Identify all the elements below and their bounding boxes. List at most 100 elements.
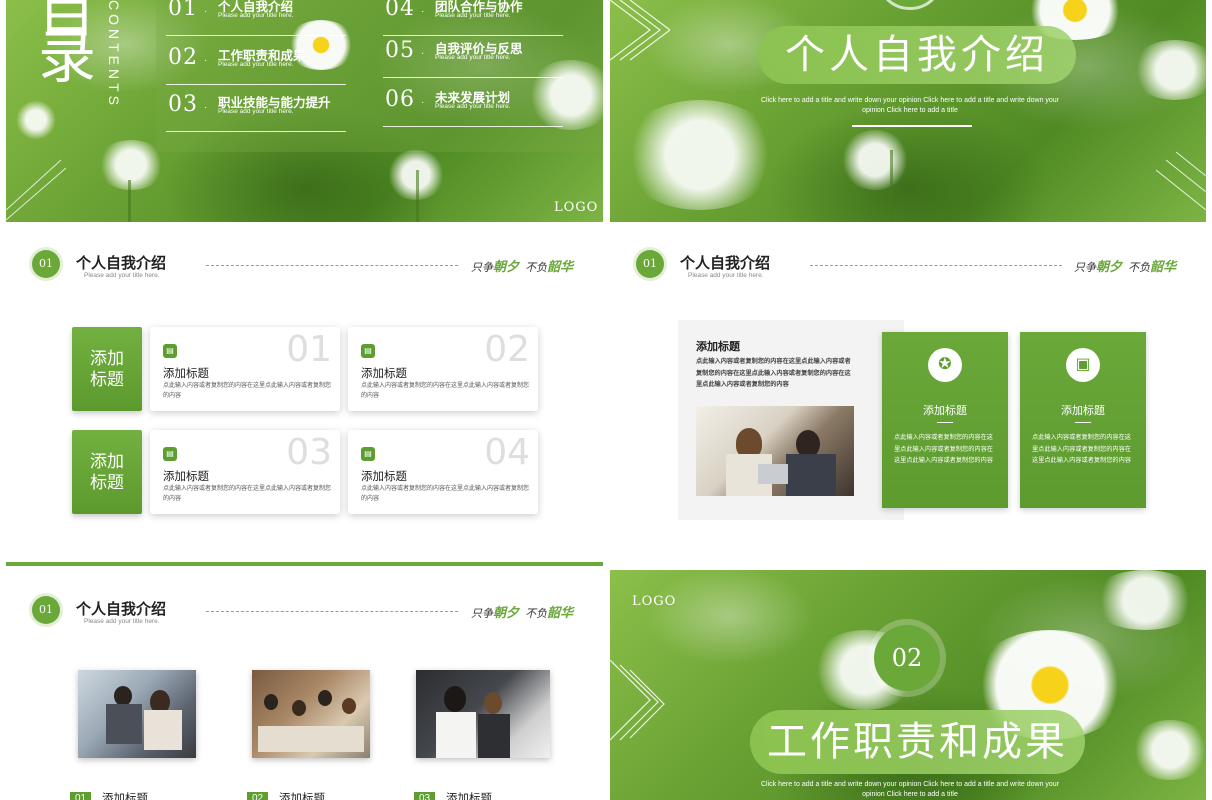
team-photo-3	[416, 670, 550, 758]
toc-item-05[interactable]: 05 · 自我评价与反思 Please add your title here.	[383, 38, 563, 78]
person-figure	[436, 712, 476, 758]
motto: 只争朝夕 不负韶华	[1074, 256, 1176, 275]
laptop-figure	[758, 464, 788, 484]
stem-decoration	[890, 150, 893, 222]
document-icon: ▤	[361, 447, 375, 461]
toc-dot: ·	[204, 6, 208, 17]
category-tab[interactable]: 添加 标题	[72, 327, 142, 411]
slide-subtitle: Please add your title here.	[84, 618, 160, 625]
toc-item-04[interactable]: 04 · 团队合作与协作 Please add your title here.	[383, 0, 563, 36]
tab-label-line: 标题	[90, 473, 124, 492]
card-title: 添加标题	[163, 471, 209, 483]
toc-item-subtitle: Please add your title here.	[435, 54, 511, 61]
person-figure	[264, 694, 278, 710]
person-figure	[342, 698, 356, 714]
motto-part: 只争	[1074, 262, 1096, 274]
card-title: 添加标题	[361, 471, 407, 483]
toc-item-03[interactable]: 03 · 职业技能与能力提升 Please add your title her…	[166, 92, 346, 132]
toc-item-number: 03	[168, 92, 198, 117]
toc-item-number: 02	[168, 45, 198, 70]
slide-section-cover-01[interactable]: 个人自我介绍 Click here to add a title and wri…	[610, 0, 1206, 222]
panel-title: 添加标题	[696, 341, 740, 353]
motto-part: 不负	[525, 262, 548, 274]
daisy-decoration	[1130, 40, 1206, 100]
divider	[1075, 422, 1091, 423]
motto: 只争朝夕 不负韶华	[471, 602, 573, 621]
toc-dot: ·	[421, 97, 425, 108]
section-title: 工作职责和成果	[767, 719, 1068, 765]
slide-section-cover-02[interactable]: LOGO 02 工作职责和成果 Click here to add a titl…	[610, 562, 1206, 800]
motto-emphasis: 朝夕	[1096, 259, 1123, 274]
person-figure	[114, 686, 132, 706]
toc-dot: ·	[421, 48, 425, 59]
motto: 只争朝夕 不负韶华	[471, 256, 573, 275]
person-figure	[144, 710, 182, 750]
card-title: 添加标题	[361, 368, 407, 380]
team-photo-1	[78, 670, 196, 758]
content-card-01[interactable]: ▤ 01 添加标题 点此输入内容或者复制您的内容在这里点此输入内容或者复制您的内…	[150, 327, 340, 411]
person-figure	[318, 690, 332, 706]
card-body: 点此输入内容或者复制您的内容在这里点此输入内容或者复制您的内容	[361, 383, 530, 399]
toc-item-subtitle: Please add your title here.	[218, 12, 294, 19]
slide-cards[interactable]: 01 个人自我介绍 Please add your title here. 只争…	[6, 226, 603, 556]
item-number-badge: 01	[70, 792, 92, 800]
content-card-03[interactable]: ▤ 03 添加标题 点此输入内容或者复制您的内容在这里点此输入内容或者复制您的内…	[150, 430, 340, 514]
text-panel: 添加标题 点此输入内容或者复制您的内容在这里点此输入内容或者复制您的内容在这里点…	[678, 320, 904, 520]
motto-part: 不负	[525, 608, 548, 620]
person-figure	[292, 700, 306, 716]
medal-icon: ✪	[928, 348, 962, 382]
toc-item-02[interactable]: 02 · 工作职责和成果 Please add your title here.	[166, 45, 346, 85]
category-tab[interactable]: 添加 标题	[72, 430, 142, 514]
motto-part: 只争	[471, 262, 493, 274]
slide-title: 个人自我介绍	[680, 255, 771, 272]
motto-emphasis: 朝夕	[493, 605, 520, 620]
logo: LOGO	[554, 200, 599, 215]
motto-part: 不负	[1128, 262, 1151, 274]
toc-item-number: 06	[385, 87, 415, 112]
motto-emphasis: 韶华	[1150, 259, 1177, 274]
toc-item-subtitle: Please add your title here.	[218, 108, 294, 115]
toc-item-number: 01	[168, 0, 198, 21]
content-card-04[interactable]: ▤ 04 添加标题 点此输入内容或者复制您的内容在这里点此输入内容或者复制您的内…	[348, 430, 538, 514]
toc-dot: ·	[421, 6, 425, 17]
feature-card-1[interactable]: ✪ 添加标题 点此输入内容或者复制您的内容在这里点此输入内容或者复制您的内容在这…	[882, 332, 1008, 508]
toc-dot: ·	[204, 102, 208, 113]
section-number-badge: 01	[636, 250, 664, 278]
toc-vertical-label: CONTENTS	[106, 0, 122, 109]
presentation-icon: ▣	[1066, 348, 1100, 382]
card-body: 点此输入内容或者复制您的内容在这里点此输入内容或者复制您的内容	[163, 486, 332, 502]
toc-item-01[interactable]: 01 · 个人自我介绍 Please add your title here.	[166, 0, 346, 36]
content-card-02[interactable]: ▤ 02 添加标题 点此输入内容或者复制您的内容在这里点此输入内容或者复制您的内…	[348, 327, 538, 411]
motto-part: 只争	[471, 608, 493, 620]
person-figure	[106, 704, 142, 744]
tab-label-line: 标题	[90, 370, 124, 389]
person-figure	[478, 714, 510, 758]
section-number-badge: 01	[32, 250, 60, 278]
card-body: 点此输入内容或者复制您的内容在这里点此输入内容或者复制您的内容	[361, 486, 530, 502]
cover-subtitle: Click here to add a title and write down…	[760, 97, 1060, 114]
toc-item-subtitle: Please add your title here.	[435, 103, 511, 110]
card-title: 添加标题	[163, 368, 209, 380]
document-icon: ▤	[163, 344, 177, 358]
section-number-circle: 02	[874, 625, 940, 691]
section-number-badge: 01	[32, 596, 60, 624]
slide-subtitle: Please add your title here.	[84, 272, 160, 279]
section-subtitle: Click here to add a title and write down…	[760, 781, 1060, 798]
slide-photo-gallery[interactable]: 01 个人自我介绍 Please add your title here. 只争…	[6, 562, 603, 800]
toc-item-subtitle: Please add your title here.	[218, 61, 294, 68]
cover-title: 个人自我介绍	[785, 32, 1049, 78]
office-photo	[696, 406, 854, 496]
team-photo-2	[252, 670, 370, 758]
badge-circle-decoration	[880, 0, 940, 10]
toc-item-06[interactable]: 06 · 未来发展计划 Please add your title here.	[383, 87, 563, 127]
chevron-lines-decoration	[610, 0, 670, 61]
slide-text-and-cards[interactable]: 01 个人自我介绍 Please add your title here. 只争…	[610, 226, 1206, 556]
feature-card-2[interactable]: ▣ 添加标题 点此输入内容或者复制您的内容在这里点此输入内容或者复制您的内容在这…	[1020, 332, 1146, 508]
tab-label-line: 添加	[90, 349, 124, 368]
item-label: 添加标题	[446, 793, 492, 800]
card-number: 01	[286, 329, 332, 370]
person-figure	[786, 454, 836, 496]
stem-decoration	[128, 180, 131, 222]
diagonal-lines-decoration	[1156, 151, 1206, 211]
slide-table-of-contents[interactable]: 目 录 CONTENTS 01 · 个人自我介绍 Please add your…	[6, 0, 603, 222]
